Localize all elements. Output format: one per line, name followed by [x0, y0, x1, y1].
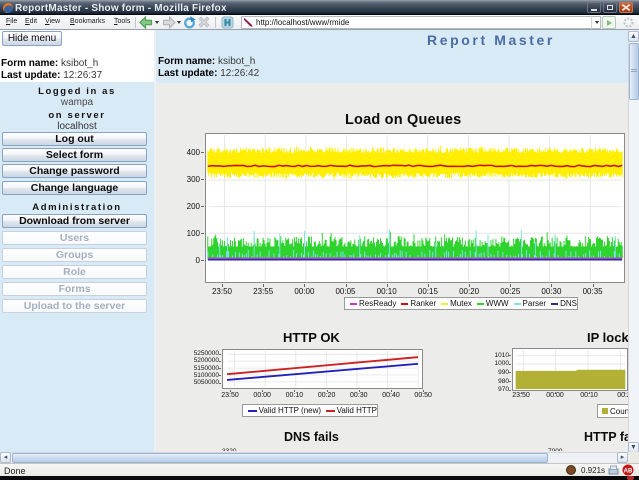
- svg-text:AB: AB: [624, 469, 633, 475]
